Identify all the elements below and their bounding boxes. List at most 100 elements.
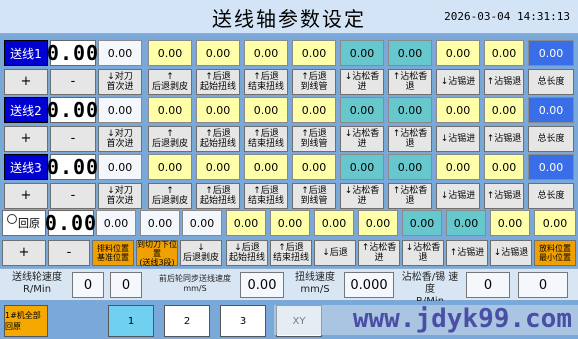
line-1-value-8[interactable]: 0.00 [436, 40, 480, 66]
reset-value-9[interactable]: 0.00 [446, 210, 486, 236]
line-3-jog-plus-button[interactable]: + [4, 183, 48, 209]
line-3-value-8[interactable]: 0.00 [436, 154, 480, 180]
dip-speed-value-1[interactable]: 0 [466, 272, 510, 298]
feed-speed-value-2[interactable]: 0 [110, 272, 142, 298]
sync-speed-value[interactable]: 0.00 [240, 272, 284, 298]
twist-speed-value[interactable]: 0.000 [344, 272, 394, 298]
line-2-value-9[interactable]: 0.00 [484, 97, 524, 123]
reset-value-5[interactable]: 0.00 [270, 210, 310, 236]
line-3-value-2[interactable]: 0.00 [148, 154, 192, 180]
reset-action-button-9[interactable]: ↑沾锡进 [446, 240, 488, 266]
reset-value-4[interactable]: 0.00 [226, 210, 266, 236]
line-3-action-button-2[interactable]: ↑ 后退剥皮 [148, 183, 192, 209]
line-1-action-button-10[interactable]: 总长度 [528, 69, 574, 95]
reset-button[interactable]: 回原 [2, 210, 46, 236]
reset-action-button-8[interactable]: ↓沾松香退 [402, 240, 444, 266]
line-2-action-button-10[interactable]: 总长度 [528, 126, 574, 152]
line-2-jog-minus-button[interactable]: - [50, 126, 96, 152]
line-1-value-7[interactable]: 0.00 [388, 40, 432, 66]
reset-action-button-1[interactable]: 排料位置 基准位置 [92, 240, 134, 266]
line-2-value-2[interactable]: 0.00 [148, 97, 192, 123]
reset-value-8[interactable]: 0.00 [402, 210, 442, 236]
line-2-value-4[interactable]: 0.00 [244, 97, 288, 123]
line-3-action-button-4[interactable]: ↑后退 结束扭线 [244, 183, 288, 209]
line-1-value-4[interactable]: 0.00 [244, 40, 288, 66]
line-1-action-button-5[interactable]: ↑后退 到线管 [292, 69, 336, 95]
reset-value-6[interactable]: 0.00 [314, 210, 354, 236]
line-2-action-button-8[interactable]: ↓沾锡进 [436, 126, 480, 152]
line-2-action-button-6[interactable]: ↓沾松香进 [340, 126, 384, 152]
dip-speed-value-2[interactable]: 0 [518, 272, 568, 298]
reset-value-11[interactable]: 0.00 [534, 210, 576, 236]
page-1-button[interactable]: 1 [108, 305, 154, 337]
reset-value-7[interactable]: 0.00 [358, 210, 398, 236]
line-2-value-8[interactable]: 0.00 [436, 97, 480, 123]
reset-action-button-11[interactable]: 放料位置 最小位置 [534, 240, 576, 266]
line-1-value-9[interactable]: 0.00 [484, 40, 524, 66]
line-3-action-button-6[interactable]: ↓沾松香进 [340, 183, 384, 209]
line-3-action-button-8[interactable]: ↓沾锡进 [436, 183, 480, 209]
line-2-action-button-2[interactable]: ↑ 后退剥皮 [148, 126, 192, 152]
line-1-jog-plus-button[interactable]: + [4, 69, 48, 95]
line-1-jog-minus-button[interactable]: - [50, 69, 96, 95]
line-1-value-10[interactable]: 0.00 [528, 40, 574, 66]
line-1-action-button-2[interactable]: ↑ 后退剥皮 [148, 69, 192, 95]
reset-value-10[interactable]: 0.00 [490, 210, 530, 236]
line-3-value-3[interactable]: 0.00 [196, 154, 240, 180]
line-2-value-5[interactable]: 0.00 [292, 97, 336, 123]
reset-value-2[interactable]: 0.00 [140, 210, 180, 236]
line-1-action-button-3[interactable]: ↑后退 起始扭线 [196, 69, 240, 95]
line-3-value-1[interactable]: 0.00 [98, 154, 142, 180]
reset-action-button-10[interactable]: ↓沾锡退 [490, 240, 532, 266]
line-1-action-button-8[interactable]: ↓沾锡进 [436, 69, 480, 95]
line-1-value-3[interactable]: 0.00 [196, 40, 240, 66]
line-3-action-button-1[interactable]: ↓对刀 首次进 [98, 183, 142, 209]
line-2-action-button-5[interactable]: ↑后退 到线管 [292, 126, 336, 152]
line-3-action-button-7[interactable]: ↑沾松香退 [388, 183, 432, 209]
reset-value-1[interactable]: 0.00 [96, 210, 136, 236]
line-1-action-button-6[interactable]: ↓沾松香进 [340, 69, 384, 95]
line-3-action-button-9[interactable]: ↑沾锡退 [484, 183, 524, 209]
line-1-value-6[interactable]: 0.00 [340, 40, 384, 66]
reset-action-button-3[interactable]: ↓ 后退剥皮 [180, 240, 222, 266]
line-1-value-2[interactable]: 0.00 [148, 40, 192, 66]
line-2-value-10[interactable]: 0.00 [528, 97, 574, 123]
line-3-jog-minus-button[interactable]: - [50, 183, 96, 209]
line-2-value-7[interactable]: 0.00 [388, 97, 432, 123]
line-1-value-5[interactable]: 0.00 [292, 40, 336, 66]
line-3-action-button-5[interactable]: ↑后退 到线管 [292, 183, 336, 209]
line-1-value-1[interactable]: 0.00 [98, 40, 142, 66]
line-2-action-button-7[interactable]: ↑沾松香退 [388, 126, 432, 152]
line-3-value-9[interactable]: 0.00 [484, 154, 524, 180]
reset-jog-plus-button[interactable]: + [2, 240, 46, 266]
reset-value-3[interactable]: 0.00 [182, 210, 222, 236]
line-2-action-button-1[interactable]: ↓对刀 首次进 [98, 126, 142, 152]
line-2-action-button-9[interactable]: ↑沾锡退 [484, 126, 524, 152]
line-3-value-10[interactable]: 0.00 [528, 154, 574, 180]
line-2-jog-plus-button[interactable]: + [4, 126, 48, 152]
page-2-button[interactable]: 2 [164, 305, 210, 337]
line-3-action-button-10[interactable]: 总长度 [528, 183, 574, 209]
line-2-action-button-3[interactable]: ↑后退 起始扭线 [196, 126, 240, 152]
page-3-button[interactable]: 3 [220, 305, 266, 337]
line-3-value-6[interactable]: 0.00 [340, 154, 384, 180]
line-2-value-1[interactable]: 0.00 [98, 97, 142, 123]
line-3-value-4[interactable]: 0.00 [244, 154, 288, 180]
reset-action-button-4[interactable]: ↓后退 起始扭线 [226, 240, 268, 266]
line-1-action-button-7[interactable]: ↑沾松香退 [388, 69, 432, 95]
reset-action-button-6[interactable]: ↓后退 [314, 240, 356, 266]
line-2-action-button-4[interactable]: ↑后退 结束扭线 [244, 126, 288, 152]
line-3-value-5[interactable]: 0.00 [292, 154, 336, 180]
line-2-value-3[interactable]: 0.00 [196, 97, 240, 123]
line-3-action-button-3[interactable]: ↑后退 起始扭线 [196, 183, 240, 209]
line-1-action-button-9[interactable]: ↑沾锡退 [484, 69, 524, 95]
reset-action-button-2[interactable]: 到切刀下位置 (送线3段) [136, 240, 178, 267]
all-reset-button[interactable]: 1#机全部回原 [4, 305, 48, 337]
reset-action-button-5[interactable]: ↑后退 结束扭线 [270, 240, 312, 266]
line-1-action-button-4[interactable]: ↑后退 结束扭线 [244, 69, 288, 95]
reset-jog-minus-button[interactable]: - [48, 240, 90, 266]
line-3-value-7[interactable]: 0.00 [388, 154, 432, 180]
line-1-action-button-1[interactable]: ↓对刀 首次进 [98, 69, 142, 95]
feed-speed-value-1[interactable]: 0 [72, 272, 104, 298]
reset-action-button-7[interactable]: ↑沾松香进 [358, 240, 400, 266]
